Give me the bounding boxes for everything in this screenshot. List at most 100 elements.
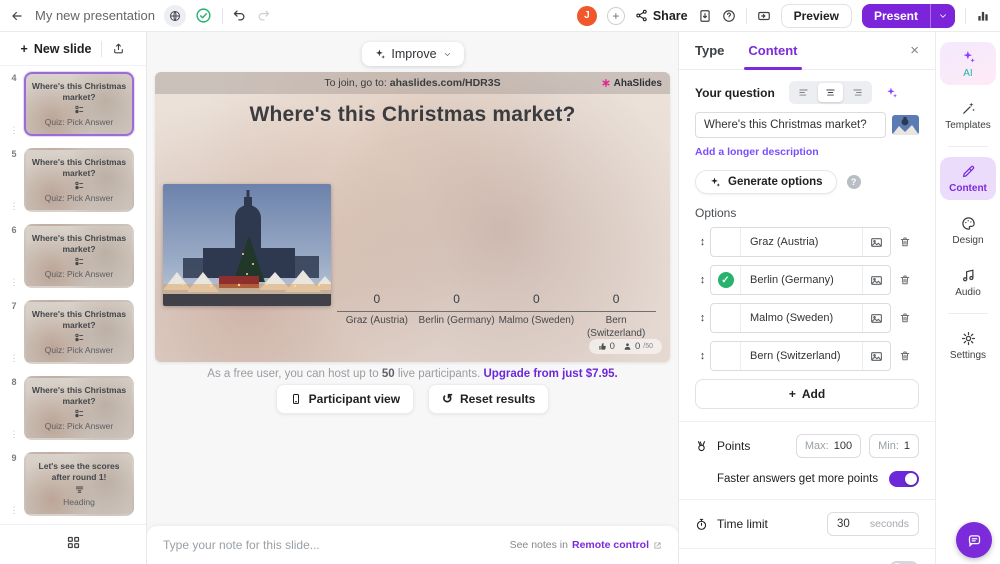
option-text-input[interactable]: Berlin (Germany) <box>741 266 862 294</box>
undo-button[interactable] <box>232 8 247 23</box>
tools-item-design[interactable]: Design <box>940 209 996 252</box>
slide-drag-handle[interactable]: ⋮ <box>10 201 19 212</box>
redo-button[interactable] <box>256 8 271 23</box>
option-correct-checkbox[interactable]: ✓ <box>711 266 741 294</box>
align-center-button[interactable] <box>818 83 843 102</box>
option-correct-checkbox[interactable] <box>711 304 741 332</box>
tools-item-ai[interactable]: AI <box>940 42 996 85</box>
presentation-title[interactable]: My new presentation <box>35 8 155 23</box>
slide-thumbnail-4[interactable]: Where's this Christmas market? Quiz: Pic… <box>24 72 134 136</box>
slide-thumbnail-6[interactable]: Where's this Christmas market? Quiz: Pic… <box>24 224 134 288</box>
faster-answers-toggle[interactable] <box>889 471 919 487</box>
present-button[interactable]: Present <box>862 4 930 28</box>
slide-thumbnail-5[interactable]: Where's this Christmas market? Quiz: Pic… <box>24 148 134 212</box>
option-image-button[interactable] <box>862 266 890 294</box>
quiz-icon <box>74 104 85 115</box>
participant-view-button[interactable]: Participant view <box>276 384 414 414</box>
align-right-button[interactable] <box>845 83 870 102</box>
analytics-button[interactable] <box>976 9 990 23</box>
import-export-button[interactable] <box>112 42 125 55</box>
close-panel-button[interactable]: × <box>910 42 919 59</box>
preview-button[interactable]: Preview <box>781 4 852 28</box>
add-option-button[interactable]: + Add <box>695 379 919 409</box>
time-limit-input[interactable]: 30 seconds <box>827 512 919 536</box>
option-text-input[interactable]: Graz (Austria) <box>741 228 862 256</box>
option-image-button[interactable] <box>862 228 890 256</box>
chat-support-button[interactable] <box>956 522 992 558</box>
tools-item-content[interactable]: Content <box>940 157 996 200</box>
option-text-input[interactable]: Bern (Switzerland) <box>741 342 862 370</box>
back-button[interactable] <box>10 9 24 23</box>
points-inputs: Max: 100 Min: 1 <box>796 434 919 458</box>
max-points-input[interactable]: Max: 100 <box>796 434 861 458</box>
option-drag-handle[interactable]: ↕ <box>695 274 710 286</box>
free-limit: 50 <box>382 368 395 380</box>
option-drag-handle[interactable]: ↕ <box>695 350 710 362</box>
slide-drag-handle[interactable]: ⋮ <box>10 125 19 136</box>
align-left-button[interactable] <box>791 83 816 102</box>
help-icon <box>722 9 736 23</box>
question-input[interactable] <box>695 112 886 138</box>
present-dropdown-button[interactable] <box>930 4 955 28</box>
option-correct-checkbox[interactable] <box>711 342 741 370</box>
reset-results-button[interactable]: ↺ Reset results <box>428 384 549 414</box>
check-circle-icon <box>195 7 212 24</box>
option-delete-button[interactable] <box>891 312 919 324</box>
slide-drag-handle[interactable]: ⋮ <box>10 505 19 516</box>
time-value: 30 <box>837 518 850 530</box>
present-button-group: Present <box>862 4 955 28</box>
slide-thumbnail-7[interactable]: Where's this Christmas market? Quiz: Pic… <box>24 300 134 364</box>
add-collaborator-button[interactable]: + <box>607 7 625 25</box>
saved-status-badge <box>195 7 213 25</box>
add-description-link[interactable]: Add a longer description <box>695 146 919 158</box>
remote-control-button[interactable] <box>757 9 771 23</box>
grid-icon <box>66 535 81 550</box>
remote-control-link[interactable]: Remote control <box>572 539 649 551</box>
improve-button[interactable]: Improve <box>361 42 463 66</box>
reset-results-label: Reset results <box>460 392 535 406</box>
slide-note-input[interactable] <box>163 538 510 552</box>
option-text-input[interactable]: Malmo (Sweden) <box>741 304 862 332</box>
option-delete-button[interactable] <box>891 350 919 362</box>
tab-content[interactable]: Content <box>748 32 797 70</box>
question-image-thumbnail[interactable] <box>892 115 919 135</box>
generate-help-icon[interactable]: ? <box>847 175 861 189</box>
slide-type-label: Quiz: Pick Answer <box>45 345 114 355</box>
slide-drag-handle[interactable]: ⋮ <box>10 429 19 440</box>
option-delete-button[interactable] <box>891 274 919 286</box>
upgrade-link[interactable]: Upgrade from just $7.95. <box>483 368 617 380</box>
option-drag-handle[interactable]: ↕ <box>695 312 710 324</box>
ai-suggest-button[interactable] <box>885 86 898 99</box>
option-drag-handle[interactable]: ↕ <box>695 236 710 248</box>
slide-drag-handle[interactable]: ⋮ <box>10 277 19 288</box>
slide-canvas[interactable]: To join, go to: ahaslides.com/HDR3S AhaS… <box>155 72 670 362</box>
slide-type-label: Quiz: Pick Answer <box>45 269 114 279</box>
tools-item-settings[interactable]: Settings <box>940 324 996 367</box>
slide-thumbnail-9[interactable]: Let's see the scores after round 1! Head… <box>24 452 134 516</box>
language-button[interactable] <box>164 5 186 27</box>
grid-view-button[interactable] <box>66 535 81 554</box>
share-button[interactable]: Share <box>635 9 688 23</box>
chart-value: 0 <box>453 292 460 306</box>
tools-item-audio[interactable]: Audio <box>940 261 996 304</box>
tab-type[interactable]: Type <box>695 32 724 70</box>
slide-drag-handle[interactable]: ⋮ <box>10 353 19 364</box>
slide-gutter: 4 ⋮ <box>4 72 24 136</box>
avatar[interactable]: J <box>577 6 597 26</box>
option-correct-checkbox[interactable] <box>711 228 741 256</box>
export-button[interactable] <box>698 9 712 23</box>
chart-axis <box>337 311 656 312</box>
slide-question-title[interactable]: Where's this Christmas market? <box>155 103 670 127</box>
option-image-button[interactable] <box>862 342 890 370</box>
slide-photo[interactable] <box>163 184 331 306</box>
help-button[interactable] <box>722 9 736 23</box>
sparkle-icon <box>373 48 385 60</box>
tools-item-templates[interactable]: Templates <box>940 94 996 137</box>
slide-thumb-title: Where's this Christmas market? <box>30 309 128 329</box>
generate-options-button[interactable]: Generate options <box>695 170 837 194</box>
option-delete-button[interactable] <box>891 236 919 248</box>
new-slide-button[interactable]: + New slide <box>21 42 92 56</box>
slide-thumbnail-8[interactable]: Where's this Christmas market? Quiz: Pic… <box>24 376 134 440</box>
min-points-input[interactable]: Min: 1 <box>869 434 919 458</box>
option-image-button[interactable] <box>862 304 890 332</box>
